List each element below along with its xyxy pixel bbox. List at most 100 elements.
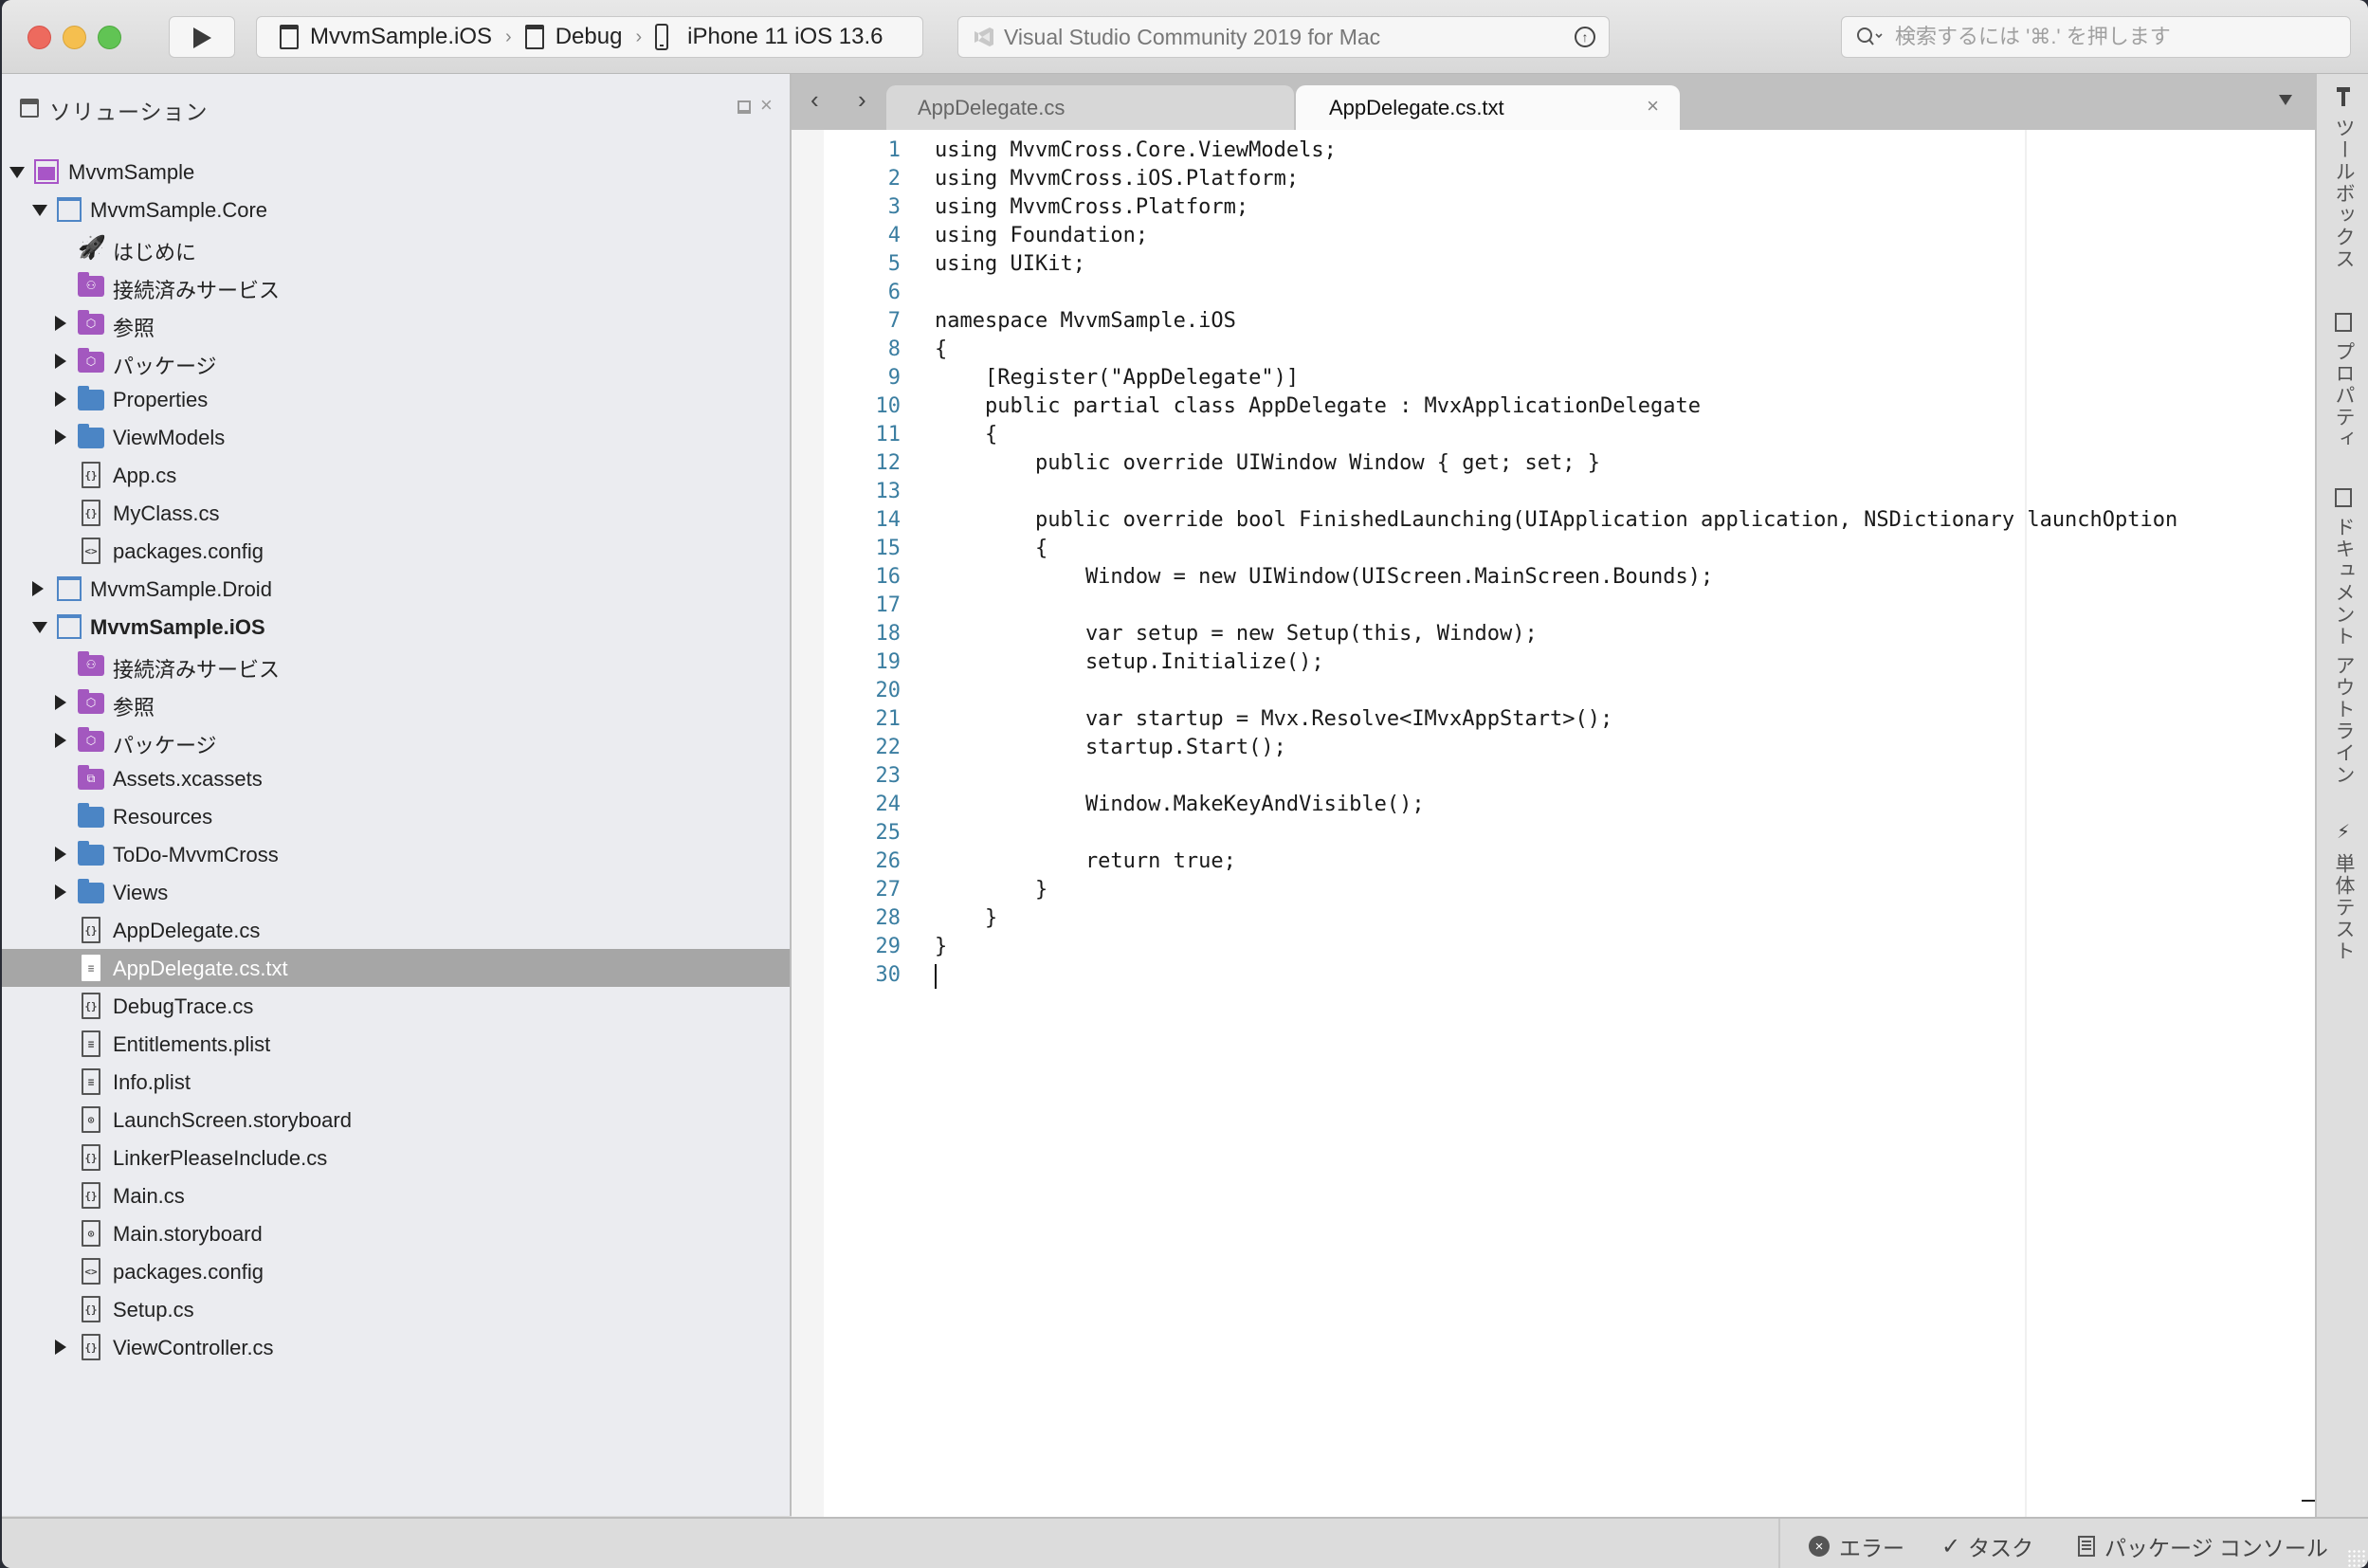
resize-grip[interactable] [2347,1549,2366,1568]
tree-item[interactable]: MvvmSample.Core [2,191,790,228]
tree-item[interactable]: {} Main.cs [2,1176,790,1214]
tree-item[interactable]: ToDo-MvvmCross [2,835,790,873]
line-number: 3 [887,195,901,219]
tree-item[interactable]: ⬡ パッケージ [2,342,790,380]
code-text: } [935,906,998,930]
navigate-back-icon[interactable]: ‹ [811,85,819,115]
tree-item[interactable]: ≡ Entitlements.plist [2,1025,790,1063]
configuration-selector[interactable]: Debug [556,24,623,50]
run-button[interactable] [169,16,235,58]
tree-item[interactable]: ViewModels [2,418,790,456]
disclosure-collapsed-icon[interactable] [55,392,66,407]
line-number: 29 [875,935,902,958]
tree-item[interactable]: ≡ Info.plist [2,1063,790,1101]
tree-item[interactable]: ⬡ 参照 [2,304,790,342]
line-number: 23 [875,764,902,788]
tree-item[interactable]: ⚇ 接続済みサービス [2,646,790,684]
right-pad-bar: ツールボックス プロパティ ドキュメント アウトライン ⚡ 単体テスト [2315,74,2368,1517]
tree-item[interactable]: Properties [2,380,790,418]
references-folder-icon: ⬡ [78,348,104,373]
tree-item[interactable]: MvvmSample.Droid [2,570,790,608]
disclosure-collapsed-icon[interactable] [55,354,66,369]
document-outline-icon [2335,488,2352,507]
tree-item[interactable]: 🚀 はじめに [2,228,790,266]
close-icon[interactable]: × [760,93,773,118]
tasks-pad-button[interactable]: ✓ タスク [1941,1530,2033,1562]
code-text: Window.MakeKeyAndVisible(); [935,793,1425,816]
tab-appdelegate-cs[interactable]: AppDelegate.cs [886,85,1294,130]
disclosure-expanded-icon[interactable] [9,167,25,178]
project-selector[interactable]: MvvmSample.iOS [310,24,492,50]
tree-item[interactable]: {} Setup.cs [2,1290,790,1328]
tree-item[interactable]: {} AppDelegate.cs [2,911,790,949]
tree-item-label: MvvmSample.Droid [90,577,272,601]
tree-item[interactable]: ≡ AppDelegate.cs.txt [2,949,790,987]
code-text: setup.Initialize(); [935,650,1324,674]
disclosure-collapsed-icon[interactable] [55,847,66,862]
project-icon [280,25,299,49]
divider [1778,1519,1780,1568]
tree-item[interactable]: {} MyClass.cs [2,494,790,532]
run-configuration-selector: MvvmSample.iOS › Debug › iPhone 11 iOS 1… [256,16,923,58]
tree-item[interactable]: ⊙ Main.storyboard [2,1214,790,1252]
line-number: 1 [887,138,901,162]
project-icon [57,614,82,639]
tree-item[interactable]: Resources [2,797,790,835]
tab-appdelegate-cs-txt[interactable]: AppDelegate.cs.txt × [1296,85,1680,130]
tab-overflow-chevron-down-icon[interactable] [2279,95,2292,105]
errors-pad-button[interactable]: × エラー [1809,1530,1904,1562]
close-window-button[interactable] [27,26,51,49]
tree-item[interactable]: <> packages.config [2,1252,790,1290]
tree-item[interactable]: ⬡ パッケージ [2,721,790,759]
package-console-button[interactable]: パッケージ コンソール [2078,1530,2328,1562]
tree-item-label: はじめに [113,241,197,264]
tree-item[interactable]: {} LinkerPleaseInclude.cs [2,1139,790,1176]
close-tab-icon[interactable]: × [1647,94,1659,119]
disclosure-collapsed-icon[interactable] [55,884,66,900]
navigate-forward-icon[interactable]: › [858,85,866,115]
code-text: using MvvmCross.Platform; [935,195,1249,219]
tree-item[interactable]: ⧉ Assets.xcassets [2,759,790,797]
disclosure-expanded-icon[interactable] [32,205,47,216]
disclosure-collapsed-icon[interactable] [55,1340,66,1355]
tree-item[interactable]: MvvmSample.iOS [2,608,790,646]
line-number: 16 [875,565,902,589]
folder-icon [78,803,104,828]
search-icon[interactable] [1855,26,1884,48]
tree-item[interactable]: MvvmSample [2,153,790,191]
pad-properties[interactable]: プロパティ [2317,313,2368,450]
tree-item[interactable]: {} DebugTrace.cs [2,987,790,1025]
disclosure-collapsed-icon[interactable] [32,581,44,596]
tree-item[interactable]: ⬡ 参照 [2,684,790,721]
tree-item[interactable]: <> packages.config [2,532,790,570]
tree-item-label: パッケージ [113,355,217,378]
scroll-corner-mark [2302,1500,2315,1502]
disclosure-collapsed-icon[interactable] [55,316,66,331]
dock-icon[interactable] [738,100,751,114]
tree-item-label: MvvmSample.Core [90,198,268,222]
pad-label: 単体テスト [2333,853,2355,962]
tree-item[interactable]: {} App.cs [2,456,790,494]
tree-item-label: MvvmSample [68,160,195,184]
upload-icon[interactable]: ↑ [1575,27,1595,47]
disclosure-collapsed-icon[interactable] [55,695,66,710]
device-selector[interactable]: iPhone 11 iOS 13.6 [687,24,883,50]
minimize-window-button[interactable] [63,26,86,49]
disclosure-collapsed-icon[interactable] [55,733,66,748]
tree-item[interactable]: ⊙ LaunchScreen.storyboard [2,1101,790,1139]
disclosure-expanded-icon[interactable] [32,622,47,633]
search-input[interactable] [1893,24,2314,50]
search-box [1841,16,2351,58]
solution-pad-title: ソリューション [49,100,209,124]
zoom-window-button[interactable] [98,26,121,49]
disclosure-collapsed-icon[interactable] [55,429,66,445]
pad-document-outline[interactable]: ドキュメント アウトライン [2317,488,2368,786]
code-text: namespace MvvmSample.iOS [935,309,1236,333]
code-editor[interactable]: 1 using MvvmCross.Core.ViewModels; 2 using … [792,130,2315,1517]
tree-item-label: LinkerPleaseInclude.cs [113,1146,328,1170]
tree-item[interactable]: ⚇ 接続済みサービス [2,266,790,304]
pad-toolbox[interactable]: ツールボックス [2317,85,2368,270]
tree-item[interactable]: Views [2,873,790,911]
tree-item[interactable]: {} ViewController.cs [2,1328,790,1366]
pad-unit-tests[interactable]: ⚡ 単体テスト [2317,820,2368,962]
